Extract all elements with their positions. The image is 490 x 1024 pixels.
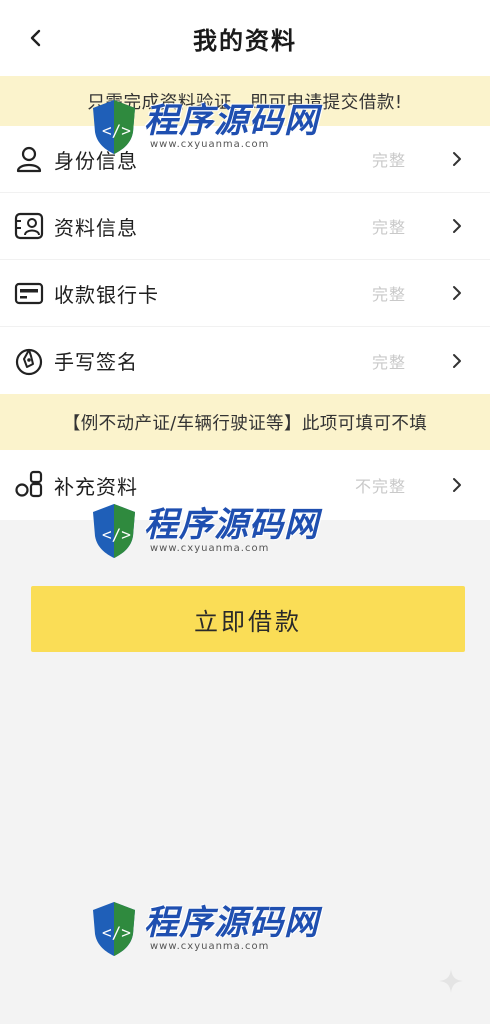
list-item-label: 身份信息 <box>54 148 138 173</box>
person-icon <box>13 143 45 175</box>
chevron-right-icon <box>450 285 464 301</box>
back-button[interactable] <box>22 24 50 52</box>
list-item-profile-info[interactable]: 资料信息 完整 <box>0 193 490 260</box>
status-text: 完整 <box>371 151 406 170</box>
watermark: </> 程序源码网 www.cxyuanma.com <box>88 898 319 958</box>
list-item-supplementary[interactable]: 补充资料 不完整 <box>0 450 490 520</box>
chevron-right-icon <box>450 353 464 369</box>
chevron-right-icon <box>450 218 464 234</box>
chevron-right-icon <box>450 477 464 493</box>
notice-banner: 只需完成资料验证，即可申请提交借款! <box>0 76 490 126</box>
list-item-label: 资料信息 <box>54 215 138 240</box>
list-item-bank-card[interactable]: 收款银行卡 完整 <box>0 260 490 327</box>
list-item-identity[interactable]: 身份信息 完整 <box>0 126 490 193</box>
shapes-icon <box>13 469 45 501</box>
chevron-left-icon <box>30 29 41 47</box>
optional-notice-banner: 【例不动产证/车辆行驶证等】此项可填可不填 <box>0 394 490 450</box>
status-text: 不完整 <box>354 477 406 496</box>
status-text: 完整 <box>371 285 406 304</box>
borrow-now-button[interactable]: 立即借款 <box>31 586 465 652</box>
profile-list: 身份信息 完整 资料信息 完整 收款银行卡 完整 手写签名 完整 <box>0 126 490 394</box>
watermark-url: www.cxyuanma.com <box>150 940 270 952</box>
signature-icon <box>13 345 45 377</box>
list-item-label: 手写签名 <box>54 350 138 374</box>
svg-text:</>: </> <box>102 923 131 942</box>
shield-logo-icon: </> <box>93 902 135 956</box>
list-item-label: 补充资料 <box>54 474 138 499</box>
top-bar: 我的资料 <box>0 0 490 76</box>
watermark-title: 程序源码网 <box>144 902 319 943</box>
page-title: 我的资料 <box>193 26 297 55</box>
chevron-right-icon <box>450 151 464 167</box>
profile-card-icon <box>13 210 45 242</box>
extra-list: 补充资料 不完整 <box>0 450 490 520</box>
submit-area: 立即借款 <box>0 520 490 652</box>
list-item-label: 收款银行卡 <box>54 282 159 307</box>
status-text: 完整 <box>371 218 406 237</box>
list-item-signature[interactable]: 手写签名 完整 <box>0 327 490 394</box>
status-text: 完整 <box>371 352 406 372</box>
bank-card-icon <box>13 277 45 309</box>
sparkle-icon <box>439 969 463 993</box>
